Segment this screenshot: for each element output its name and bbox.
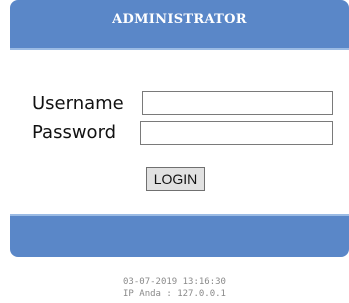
username-label: Username: [32, 93, 124, 114]
password-input[interactable]: [140, 121, 333, 145]
panel-footer: [10, 214, 349, 257]
password-label: Password: [32, 122, 117, 143]
login-form: Username Password LOGIN: [10, 50, 349, 214]
ip-address-text: IP Anda : 127.0.0.1: [123, 289, 226, 299]
login-button[interactable]: LOGIN: [146, 167, 205, 191]
login-panel: ADMINISTRATOR Username Password LOGIN: [10, 0, 349, 257]
panel-header: ADMINISTRATOR: [10, 0, 349, 50]
panel-title: ADMINISTRATOR: [112, 11, 247, 27]
timestamp-text: 03-07-2019 13:16:30: [123, 277, 226, 287]
username-input[interactable]: [142, 91, 333, 115]
